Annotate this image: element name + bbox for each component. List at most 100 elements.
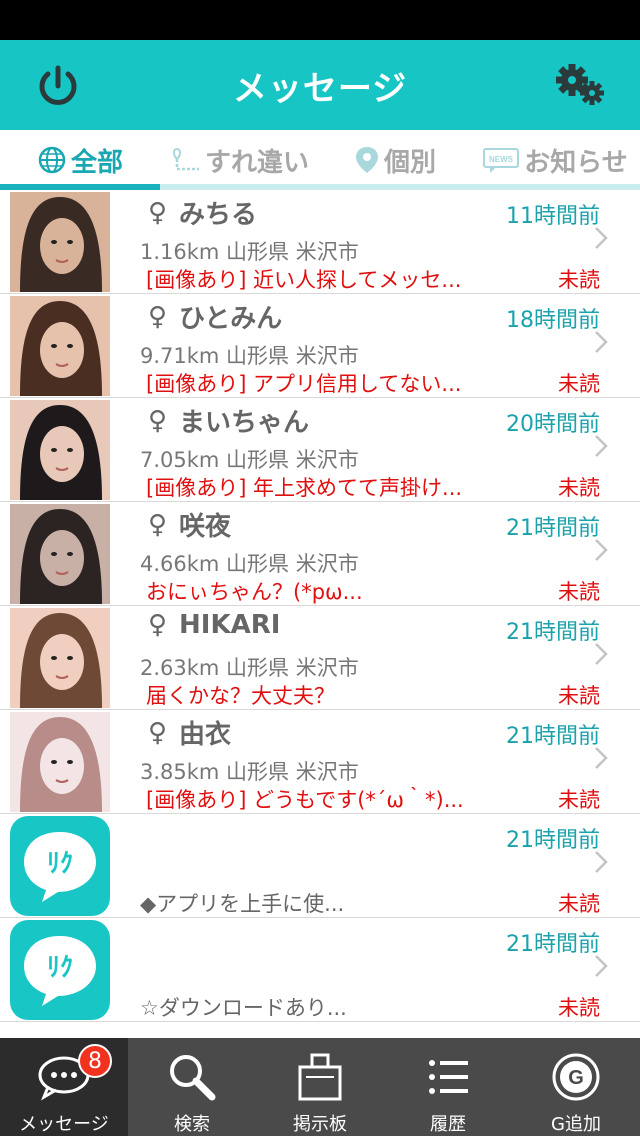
tabbar-item-history[interactable]: 履歴 bbox=[384, 1038, 512, 1136]
female-icon: ♀ bbox=[148, 610, 168, 640]
avatar[interactable] bbox=[10, 296, 110, 396]
unread-status: 未読 bbox=[558, 372, 600, 396]
unread-status: 未読 bbox=[558, 476, 600, 500]
contact-name: ♀ まいちゃん bbox=[148, 405, 310, 439]
tab-all[interactable]: 全部 bbox=[0, 130, 160, 190]
tabbar-item-messages[interactable]: 8 メッセージ bbox=[0, 1038, 128, 1136]
app-logo-icon: ﾘｸ bbox=[10, 816, 110, 916]
message-time: 21時間前 bbox=[506, 932, 600, 957]
message-row[interactable]: ♀ ひとみん 18時間前 9.71km 山形県 米沢市 [画像あり] アプリ信用してない… bbox=[0, 294, 640, 398]
message-list: ♀ みちる 11時間前 1.16km 山形県 米沢市 [画像あり] 近い人探してメッセ.… bbox=[0, 190, 640, 1022]
location-distance: 4.66km 山形県 米沢市 bbox=[140, 552, 359, 576]
tabbar-label: 検索 bbox=[174, 1114, 210, 1135]
chevron-right-icon bbox=[595, 851, 608, 873]
location-distance: 9.71km 山形県 米沢市 bbox=[140, 344, 359, 368]
tabbar-label: G追加 bbox=[551, 1114, 601, 1135]
message-row[interactable]: ♀ 咲夜 21時間前 4.66km 山形県 米沢市おにぃちゃん？(*pω... 未読 bbox=[0, 502, 640, 606]
power-icon[interactable] bbox=[30, 62, 86, 110]
message-time: 21時間前 bbox=[506, 724, 600, 749]
clipboard-icon bbox=[294, 1050, 346, 1104]
unread-status: 未読 bbox=[558, 788, 600, 812]
tab-label: 全部 bbox=[70, 147, 123, 178]
contact-name: ♀ みちる bbox=[148, 197, 258, 231]
g-coin-icon: G bbox=[550, 1050, 602, 1104]
female-icon: ♀ bbox=[148, 301, 168, 332]
route-icon bbox=[171, 145, 201, 175]
location-distance: 1.16km 山形県 米沢市 bbox=[140, 240, 359, 264]
message-time: 21時間前 bbox=[506, 620, 600, 645]
message-time: 20時間前 bbox=[506, 412, 600, 437]
location-distance: 3.85km 山形県 米沢市 bbox=[140, 760, 359, 784]
unread-status: 未読 bbox=[558, 580, 600, 604]
female-icon: ♀ bbox=[148, 197, 168, 228]
message-row[interactable]: ♀ まいちゃん 20時間前 7.05km 山形県 米沢市 [画像あり] 年上求めてて声掛… bbox=[0, 398, 640, 502]
message-preview: おにぃちゃん？(*pω... bbox=[146, 580, 363, 604]
list-icon bbox=[426, 1050, 470, 1104]
message-preview: [画像あり] どうもです(*´ω｀*)... bbox=[146, 788, 464, 812]
unread-status: 未読 bbox=[558, 996, 600, 1020]
contact-name: ♀ 咲夜 bbox=[148, 509, 232, 543]
tab-label: 個別 bbox=[383, 147, 436, 178]
app-logo-text: ﾘｸ bbox=[47, 849, 73, 879]
chevron-right-icon bbox=[595, 747, 608, 769]
message-row[interactable]: ♀ HIKARI 21時間前 2.63km 山形県 米沢市 届くかな？大丈夫？ 未読 bbox=[0, 606, 640, 710]
unread-status: 未読 bbox=[558, 268, 600, 292]
message-preview: [画像あり] 近い人探してメッセ... bbox=[146, 268, 462, 292]
chevron-right-icon bbox=[595, 643, 608, 665]
filter-tabs: 全部 すれ違い 個別 NEWS お知らせ bbox=[0, 130, 640, 190]
location-distance: 2.63km 山形県 米沢市 bbox=[140, 656, 359, 680]
message-preview: [画像あり] 年上求めてて声掛け... bbox=[146, 476, 463, 500]
message-time: 11時間前 bbox=[506, 204, 600, 229]
tabbar-item-search[interactable]: 検索 bbox=[128, 1038, 256, 1136]
news-icon: NEWS bbox=[482, 146, 520, 174]
message-time: 21時間前 bbox=[506, 828, 600, 853]
contact-name: ♀ HIKARI bbox=[148, 610, 281, 640]
avatar[interactable] bbox=[10, 400, 110, 500]
tab-label: すれ違い bbox=[204, 147, 309, 178]
app-logo-icon: ﾘｸ bbox=[10, 920, 110, 1020]
tab-news[interactable]: NEWS お知らせ bbox=[470, 130, 640, 190]
chevron-right-icon bbox=[595, 539, 608, 561]
message-time: 18時間前 bbox=[506, 308, 600, 333]
tabbar-item-board[interactable]: 掲示板 bbox=[256, 1038, 384, 1136]
female-icon: ♀ bbox=[148, 717, 168, 748]
tabbar-item-g-add[interactable]: G G追加 bbox=[512, 1038, 640, 1136]
message-row[interactable]: ♀ 由衣 21時間前 3.85km 山形県 米沢市 [画像あり] どうもです(*´ω｀*… bbox=[0, 710, 640, 814]
message-row[interactable]: ﾘｸ 21時間前 ◆アプリを上手に使... 未読 bbox=[0, 814, 640, 918]
female-icon: ♀ bbox=[148, 509, 168, 540]
location-distance: 7.05km 山形県 米沢市 bbox=[140, 448, 359, 472]
globe-icon bbox=[37, 145, 67, 175]
chevron-right-icon bbox=[595, 331, 608, 353]
avatar[interactable] bbox=[10, 608, 110, 708]
unread-count-badge: 8 bbox=[78, 1044, 112, 1078]
tabbar-label: メッセージ bbox=[19, 1114, 109, 1135]
message-row[interactable]: ♀ みちる 11時間前 1.16km 山形県 米沢市 [画像あり] 近い人探してメッセ.… bbox=[0, 190, 640, 294]
message-preview: [画像あり] アプリ信用してない... bbox=[146, 372, 462, 396]
tab-individual[interactable]: 個別 bbox=[320, 130, 470, 190]
map-pin-icon bbox=[354, 145, 380, 175]
contact-name: ♀ 由衣 bbox=[148, 717, 232, 751]
message-preview: 届くかな？大丈夫？ bbox=[146, 684, 335, 708]
tab-label: お知らせ bbox=[524, 147, 628, 178]
unread-status: 未読 bbox=[558, 892, 600, 916]
tabbar-label: 掲示板 bbox=[293, 1114, 347, 1135]
search-icon bbox=[166, 1050, 218, 1104]
avatar[interactable] bbox=[10, 192, 110, 292]
message-row[interactable]: ﾘｸ 21時間前 ☆ダウンロードあり... 未読 bbox=[0, 918, 640, 1022]
status-bar bbox=[0, 0, 640, 40]
tab-passing[interactable]: すれ違い bbox=[160, 130, 320, 190]
chevron-right-icon bbox=[595, 955, 608, 977]
avatar[interactable] bbox=[10, 504, 110, 604]
female-icon: ♀ bbox=[148, 405, 168, 436]
bottom-tab-bar: 8 メッセージ 検索 掲示板 履歴 G G追加 bbox=[0, 1038, 640, 1136]
contact-name: ♀ ひとみん bbox=[148, 301, 283, 335]
message-time: 21時間前 bbox=[506, 516, 600, 541]
chevron-right-icon bbox=[595, 227, 608, 249]
tabbar-label: 履歴 bbox=[430, 1114, 466, 1135]
page-title: メッセージ bbox=[232, 68, 408, 109]
message-preview: ◆アプリを上手に使... bbox=[140, 892, 345, 916]
svg-text:NEWS: NEWS bbox=[489, 155, 514, 164]
message-preview: ☆ダウンロードあり... bbox=[140, 996, 347, 1020]
avatar[interactable] bbox=[10, 712, 110, 812]
settings-gear-icon[interactable] bbox=[552, 60, 612, 110]
